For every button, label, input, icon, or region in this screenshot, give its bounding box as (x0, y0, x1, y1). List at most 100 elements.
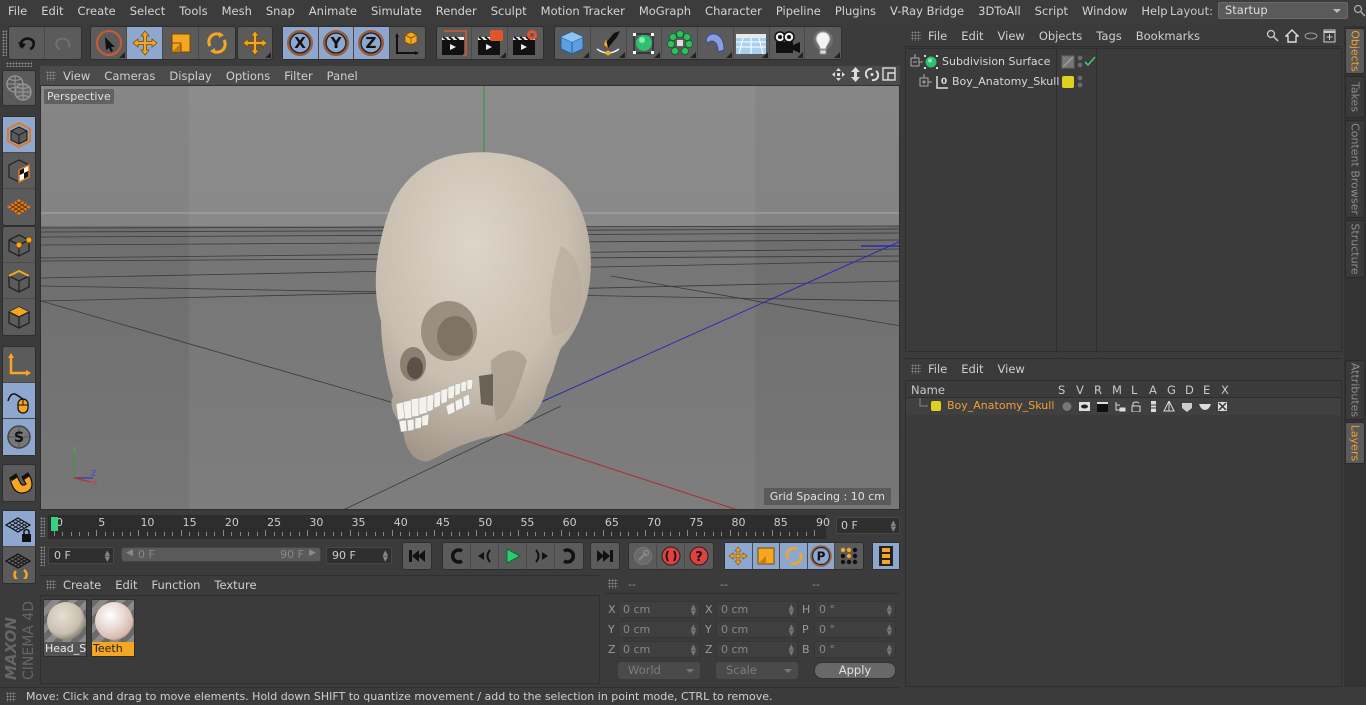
model-mode-button[interactable] (3, 117, 35, 153)
layer-manager-grip[interactable] (911, 364, 921, 374)
pan-view-icon[interactable] (831, 67, 846, 82)
rotate-view-icon[interactable] (865, 67, 879, 82)
render-view-button[interactable] (437, 27, 473, 59)
menu-vray-bridge[interactable]: V-Ray Bridge (882, 4, 970, 18)
go-to-start-button[interactable] (403, 543, 431, 569)
x-axis-button[interactable]: X (283, 27, 319, 59)
menu-file[interactable]: File (0, 4, 33, 18)
start-frame-field[interactable]: 0 F ▲ ▼ (48, 547, 114, 564)
range-left-arrow[interactable]: ◀ (126, 548, 133, 558)
deformers-toggle-icon[interactable] (1182, 403, 1192, 412)
om-menu-objects[interactable]: Objects (1032, 29, 1089, 43)
key-rotation-button[interactable] (780, 543, 808, 569)
pen-spline-button[interactable] (591, 27, 627, 59)
scale-tool-button[interactable] (163, 27, 199, 59)
view-toggle-eye-icon[interactable] (1079, 402, 1090, 411)
viewport-menu-filter[interactable]: Filter (277, 69, 319, 83)
material-head-skull[interactable]: Head_Sk (43, 599, 87, 657)
status-grip[interactable] (6, 691, 16, 702)
record-active-objects-button[interactable] (657, 543, 685, 569)
rot-b-field[interactable]: 0 ° ▲ ▼ (814, 641, 896, 658)
polygons-mode-button[interactable] (3, 299, 35, 335)
zoom-view-icon[interactable] (849, 67, 862, 82)
visibility-dots-icon[interactable] (1076, 74, 1084, 90)
generators-toggle-icon[interactable] (1163, 401, 1175, 412)
bend-deformer-button[interactable] (698, 27, 734, 59)
tab-attributes[interactable]: Attributes (1345, 360, 1365, 420)
menu-3dtoall[interactable]: 3DToAll (970, 4, 1027, 18)
menu-tools[interactable]: Tools (171, 4, 213, 18)
tab-layers[interactable]: Layers (1345, 422, 1365, 464)
menu-simulate[interactable]: Simulate (363, 4, 428, 18)
current-frame-marker[interactable] (51, 517, 58, 531)
menu-mesh[interactable]: Mesh (214, 4, 258, 18)
z-axis-button[interactable]: Z (354, 27, 390, 59)
column-manager[interactable]: M (1112, 383, 1122, 397)
column-xref[interactable]: X (1221, 383, 1229, 397)
current-frame-field[interactable]: 0 F ▲ ▼ (836, 517, 900, 534)
render-toggle-icon[interactable] (1097, 402, 1108, 412)
coordinates-grip[interactable] (608, 579, 618, 589)
menu-character[interactable]: Character (697, 4, 768, 18)
menu-help[interactable]: Help (1133, 4, 1173, 18)
subdivision-surface-button[interactable] (627, 27, 663, 59)
solo-toggle[interactable] (1062, 402, 1072, 411)
tab-takes[interactable]: Takes (1345, 76, 1365, 118)
transport-grip[interactable] (40, 546, 45, 566)
menu-create[interactable]: Create (70, 4, 122, 18)
move-tool-button[interactable] (127, 27, 163, 59)
material-menu-function[interactable]: Function (145, 578, 208, 592)
home-icon[interactable] (1285, 29, 1299, 43)
column-deformers[interactable]: D (1185, 383, 1194, 397)
xref-toggle-icon[interactable] (1218, 402, 1227, 411)
size-x-field[interactable]: 0 cm ▲ ▼ (716, 601, 798, 618)
locked-workplane-button[interactable] (3, 511, 35, 547)
menu-render[interactable]: Render (428, 4, 483, 18)
menu-pipeline[interactable]: Pipeline (768, 4, 827, 18)
motion-record-button[interactable] (629, 543, 657, 569)
toolbar-grip[interactable] (2, 30, 7, 56)
apply-button[interactable]: Apply (814, 662, 896, 679)
rot-p-field[interactable]: 0 ° ▲ ▼ (814, 621, 896, 638)
previous-keyframe-button[interactable] (443, 543, 471, 569)
menu-motion-tracker[interactable]: Motion Tracker (533, 4, 631, 18)
key-parameter-button[interactable]: P (807, 543, 836, 569)
render-settings-button[interactable] (508, 27, 543, 59)
material-menu-edit[interactable]: Edit (108, 578, 144, 592)
view-toggle-icon[interactable] (1304, 29, 1318, 43)
material-menu-create[interactable]: Create (56, 578, 108, 592)
solo-mode-button[interactable]: S (3, 419, 35, 455)
size-z-field[interactable]: 0 cm ▲ ▼ (716, 641, 798, 658)
manager-toggle-icon[interactable] (1115, 402, 1126, 412)
mograph-cloner-button[interactable] (662, 27, 698, 59)
menu-animate[interactable]: Animate (301, 4, 363, 18)
om-menu-bookmarks[interactable]: Bookmarks (1129, 29, 1207, 43)
tweak-mode-button[interactable] (3, 383, 35, 419)
workplane-mode-button[interactable] (3, 189, 35, 225)
material-teeth[interactable]: Teeth (91, 599, 135, 657)
tab-content-browser[interactable]: Content Browser (1345, 120, 1365, 218)
menu-edit[interactable]: Edit (33, 4, 69, 18)
next-frame-button[interactable] (527, 543, 555, 569)
tab-objects[interactable]: Objects (1345, 28, 1365, 74)
viewport-menu-cameras[interactable]: Cameras (97, 69, 162, 83)
column-name[interactable]: Name (911, 383, 945, 397)
menu-mograph[interactable]: MoGraph (631, 4, 697, 18)
om-menu-edit[interactable]: Edit (954, 29, 990, 43)
light-button[interactable] (805, 27, 841, 59)
viewport-menu-display[interactable]: Display (162, 69, 218, 83)
search-icon[interactable] (1353, 4, 1366, 18)
layer-color-swatch[interactable] (931, 401, 941, 411)
redo-button[interactable] (45, 27, 81, 59)
enabled-check-icon[interactable] (1084, 55, 1096, 67)
y-axis-button[interactable]: Y (318, 27, 354, 59)
key-scale-button[interactable] (752, 543, 781, 569)
viewport-menu-options[interactable]: Options (219, 69, 277, 83)
rot-h-field[interactable]: 0 ° ▲ ▼ (814, 601, 896, 618)
points-mode-button[interactable] (3, 227, 35, 263)
previous-frame-button[interactable] (471, 543, 499, 569)
object-manager-grip[interactable] (911, 31, 921, 41)
new-window-icon[interactable] (1323, 29, 1336, 43)
undo-button[interactable] (9, 27, 45, 59)
column-render[interactable]: R (1094, 383, 1102, 397)
